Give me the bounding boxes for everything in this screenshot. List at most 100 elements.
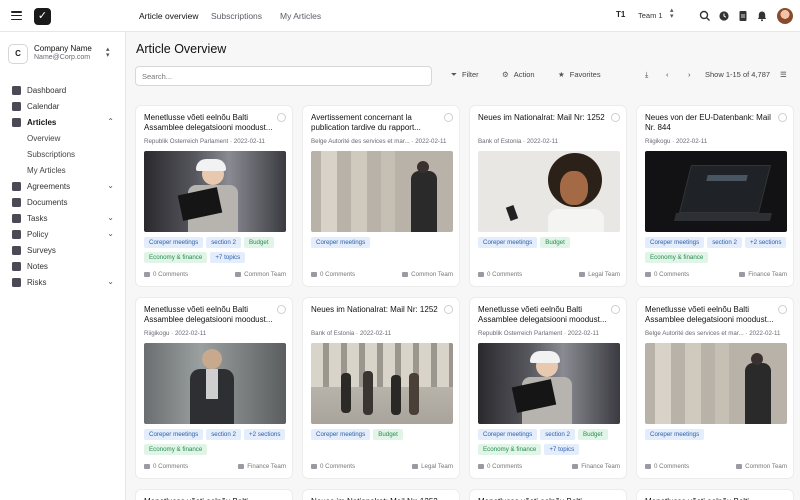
comments-count[interactable]: 0 Comments <box>144 463 188 470</box>
company-switcher[interactable]: C Company Name Name@Corp.com ▴ ▾ <box>8 42 118 66</box>
comments-count[interactable]: 0 Comments <box>311 271 355 278</box>
select-radio[interactable] <box>778 113 787 122</box>
topic-tag[interactable]: Coreper meetings <box>144 429 204 440</box>
sidebar-item-tasks[interactable]: Tasks ⌄ <box>12 212 118 226</box>
search-input[interactable] <box>135 66 432 86</box>
comments-count[interactable]: 0 Comments <box>144 271 188 278</box>
comments-count[interactable]: 0 Comments <box>478 463 522 470</box>
card-footer: 0 Comments Common Team <box>311 271 453 280</box>
sidebar-item-calendar[interactable]: Calendar <box>12 100 118 114</box>
article-title[interactable]: Avertissement concernant la publication … <box>311 113 445 133</box>
article-card[interactable]: Neues im Nationalrat: Mail Nr: 1252 Bank… <box>302 297 460 479</box>
chevron-updown-icon[interactable]: ▴ ▾ <box>106 46 110 59</box>
article-card[interactable]: Menetlusse võeti eelnõu Balti <box>135 489 293 500</box>
favorites-button[interactable]: ★ Favorites <box>558 70 601 79</box>
topic-tag[interactable]: +2 sections <box>243 429 286 440</box>
article-title[interactable]: Menetlusse võeti eelnõu Balti Assamblee … <box>144 305 278 325</box>
sidebar-sub-my-articles[interactable]: My Articles <box>27 166 66 175</box>
topic-tag[interactable]: section 2 <box>206 237 241 248</box>
article-card[interactable]: Avertissement concernant la publication … <box>302 105 460 287</box>
next-page-icon[interactable]: › <box>688 70 691 79</box>
filter-button[interactable]: ⏷ Filter <box>451 70 479 80</box>
topic-tag[interactable]: Economy & finance <box>645 252 709 263</box>
article-title[interactable]: Menetlusse võeti eelnõu Balti Assamblee … <box>478 305 612 325</box>
tab-article-overview[interactable]: Article overview <box>139 11 199 21</box>
topic-tag[interactable]: section 2 <box>707 237 742 248</box>
topic-tag[interactable]: Economy & finance <box>478 444 542 455</box>
topic-tag[interactable]: +2 sections <box>744 237 787 248</box>
sidebar-item-agreements[interactable]: Agreements ⌄ <box>12 180 118 194</box>
select-radio[interactable] <box>277 305 286 314</box>
tab-my-articles[interactable]: My Articles <box>280 11 321 21</box>
topic-tag[interactable]: Economy & finance <box>144 444 208 455</box>
select-radio[interactable] <box>277 113 286 122</box>
team-name[interactable]: Team 1 <box>638 11 663 20</box>
sidebar-item-documents[interactable]: Documents <box>12 196 118 210</box>
article-title[interactable]: Neues von der EU-Datenbank: Mail Nr. 844 <box>645 113 779 133</box>
prev-page-icon[interactable]: ‹ <box>666 70 669 79</box>
topic-tag[interactable]: Coreper meetings <box>311 429 371 440</box>
topic-tag[interactable]: Coreper meetings <box>478 237 538 248</box>
comments-count[interactable]: 0 Comments <box>645 463 689 470</box>
select-radio[interactable] <box>611 113 620 122</box>
sidebar-item-dashboard[interactable]: Dashboard <box>12 84 118 98</box>
search-icon[interactable] <box>699 10 711 22</box>
download-icon[interactable]: ⤓ <box>645 70 648 80</box>
sidebar-item-risks[interactable]: Risks ⌄ <box>12 276 118 290</box>
topic-tag[interactable]: Budget <box>243 237 274 248</box>
topic-tag[interactable]: section 2 <box>540 429 575 440</box>
article-card[interactable]: Menetlusse võeti eelnõu Balti <box>469 489 627 500</box>
tag-list: Coreper meetings <box>645 429 791 444</box>
article-card[interactable]: Neues im Nationalrat: Mail Nr: 1252 <box>302 489 460 500</box>
article-title[interactable]: Menetlusse võeti eelnõu Balti Assamblee … <box>144 113 278 133</box>
select-radio[interactable] <box>444 305 453 314</box>
action-button[interactable]: ⚙ Action <box>502 70 535 79</box>
tab-subscriptions[interactable]: Subscriptions <box>211 11 262 21</box>
select-radio[interactable] <box>444 113 453 122</box>
topic-tag[interactable]: +7 topics <box>544 444 580 455</box>
topic-tag[interactable]: Economy & finance <box>144 252 208 263</box>
sidebar-item-articles[interactable]: Articles ⌃ <box>12 116 118 130</box>
comment-icon <box>645 463 651 469</box>
comments-count[interactable]: 0 Comments <box>478 271 522 278</box>
article-card[interactable]: Menetlusse võeti eelnõu Balti Assamblee … <box>636 297 794 479</box>
article-title[interactable]: Menetlusse võeti eelnõu Balti Assamblee … <box>645 305 779 325</box>
article-title[interactable]: Neues im Nationalrat: Mail Nr: 1252 <box>311 305 445 315</box>
user-avatar[interactable] <box>777 8 793 24</box>
article-card[interactable]: Neues von der EU-Datenbank: Mail Nr. 844… <box>636 105 794 287</box>
sidebar-sub-overview[interactable]: Overview <box>27 134 60 143</box>
article-card[interactable]: Menetlusse võeti eelnõu Balti Assamblee … <box>135 105 293 287</box>
sidebar-sub-subscriptions[interactable]: Subscriptions <box>27 150 75 159</box>
comments-count[interactable]: 0 Comments <box>645 271 689 278</box>
team-switch-icon[interactable]: ▴ ▾ <box>670 7 674 20</box>
bell-icon[interactable] <box>756 10 768 22</box>
topic-tag[interactable]: +7 topics <box>210 252 246 263</box>
article-image <box>311 343 453 424</box>
sidebar-item-surveys[interactable]: Surveys <box>12 244 118 258</box>
select-radio[interactable] <box>611 305 620 314</box>
topic-tag[interactable]: Coreper meetings <box>144 237 204 248</box>
topic-tag[interactable]: Coreper meetings <box>311 237 371 248</box>
topic-tag[interactable]: Budget <box>540 237 570 248</box>
select-radio[interactable] <box>778 305 787 314</box>
topic-tag[interactable]: Budget <box>373 429 403 440</box>
article-title[interactable]: Neues im Nationalrat: Mail Nr: 1252 <box>478 113 612 123</box>
topic-tag[interactable]: Coreper meetings <box>645 429 705 440</box>
article-card[interactable]: Menetlusse võeti eelnõu Balti Assamblee … <box>469 297 627 479</box>
topic-tag[interactable]: Coreper meetings <box>645 237 705 248</box>
article-card[interactable]: Menetlusse võeti eelnõu Balti <box>636 489 794 500</box>
comments-count[interactable]: 0 Comments <box>311 463 355 470</box>
document-icon[interactable] <box>737 10 749 22</box>
sidebar-item-notes[interactable]: Notes <box>12 260 118 274</box>
clock-icon[interactable] <box>718 10 730 22</box>
card-footer: 0 Comments Finance Team <box>478 463 620 472</box>
topic-tag[interactable]: Coreper meetings <box>478 429 538 440</box>
menu-icon[interactable] <box>11 11 22 20</box>
topic-tag[interactable]: Budget <box>577 429 608 440</box>
sidebar-item-policy[interactable]: Policy ⌄ <box>12 228 118 242</box>
list-view-icon[interactable]: ☰ <box>780 70 787 79</box>
topic-tag[interactable]: section 2 <box>206 429 241 440</box>
article-card[interactable]: Neues im Nationalrat: Mail Nr: 1252 Bank… <box>469 105 627 287</box>
article-card[interactable]: Menetlusse võeti eelnõu Balti Assamblee … <box>135 297 293 479</box>
sidebar: C Company Name Name@Corp.com ▴ ▾ Dashboar… <box>0 32 126 500</box>
